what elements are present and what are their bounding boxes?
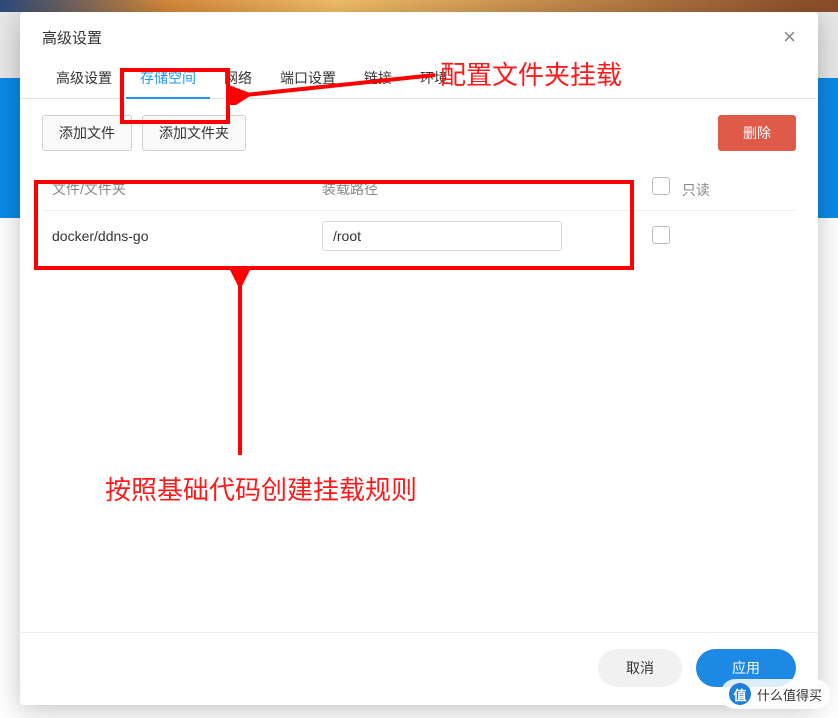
mount-path-input[interactable] (322, 221, 562, 251)
readonly-checkbox[interactable] (652, 226, 670, 244)
close-icon[interactable]: × (783, 26, 796, 48)
add-folder-button[interactable]: 添加文件夹 (142, 115, 246, 151)
watermark-icon: 值 (729, 683, 751, 705)
tabs-bar: 高级设置 存储空间 网络 端口设置 链接 环境 (20, 58, 818, 99)
modal-title: 高级设置 (42, 27, 102, 48)
table-row[interactable]: docker/ddns-go (42, 211, 796, 262)
add-file-button[interactable]: 添加文件 (42, 115, 132, 151)
tab-ports[interactable]: 端口设置 (266, 58, 350, 98)
col-path: 装载路径 (312, 167, 582, 211)
cancel-button[interactable]: 取消 (598, 649, 682, 687)
modal-advanced-settings: 高级设置 × 高级设置 存储空间 网络 端口设置 链接 环境 添加文件 添加文件… (20, 12, 818, 705)
mount-table: 文件/文件夹 装载路径 只读 docker/ddns-go (42, 167, 796, 261)
tab-links[interactable]: 链接 (350, 58, 406, 98)
col-file: 文件/文件夹 (42, 167, 312, 211)
delete-button[interactable]: 删除 (718, 115, 796, 151)
cell-file: docker/ddns-go (42, 211, 312, 262)
readonly-header-checkbox[interactable] (652, 177, 670, 195)
tab-advanced[interactable]: 高级设置 (42, 58, 126, 98)
watermark-text: 什么值得买 (757, 685, 822, 704)
watermark: 值 什么值得买 (721, 679, 830, 709)
col-readonly: 只读 (642, 167, 796, 211)
tab-network[interactable]: 网络 (210, 58, 266, 98)
tab-storage[interactable]: 存储空间 (126, 58, 210, 98)
tab-env[interactable]: 环境 (406, 58, 462, 98)
